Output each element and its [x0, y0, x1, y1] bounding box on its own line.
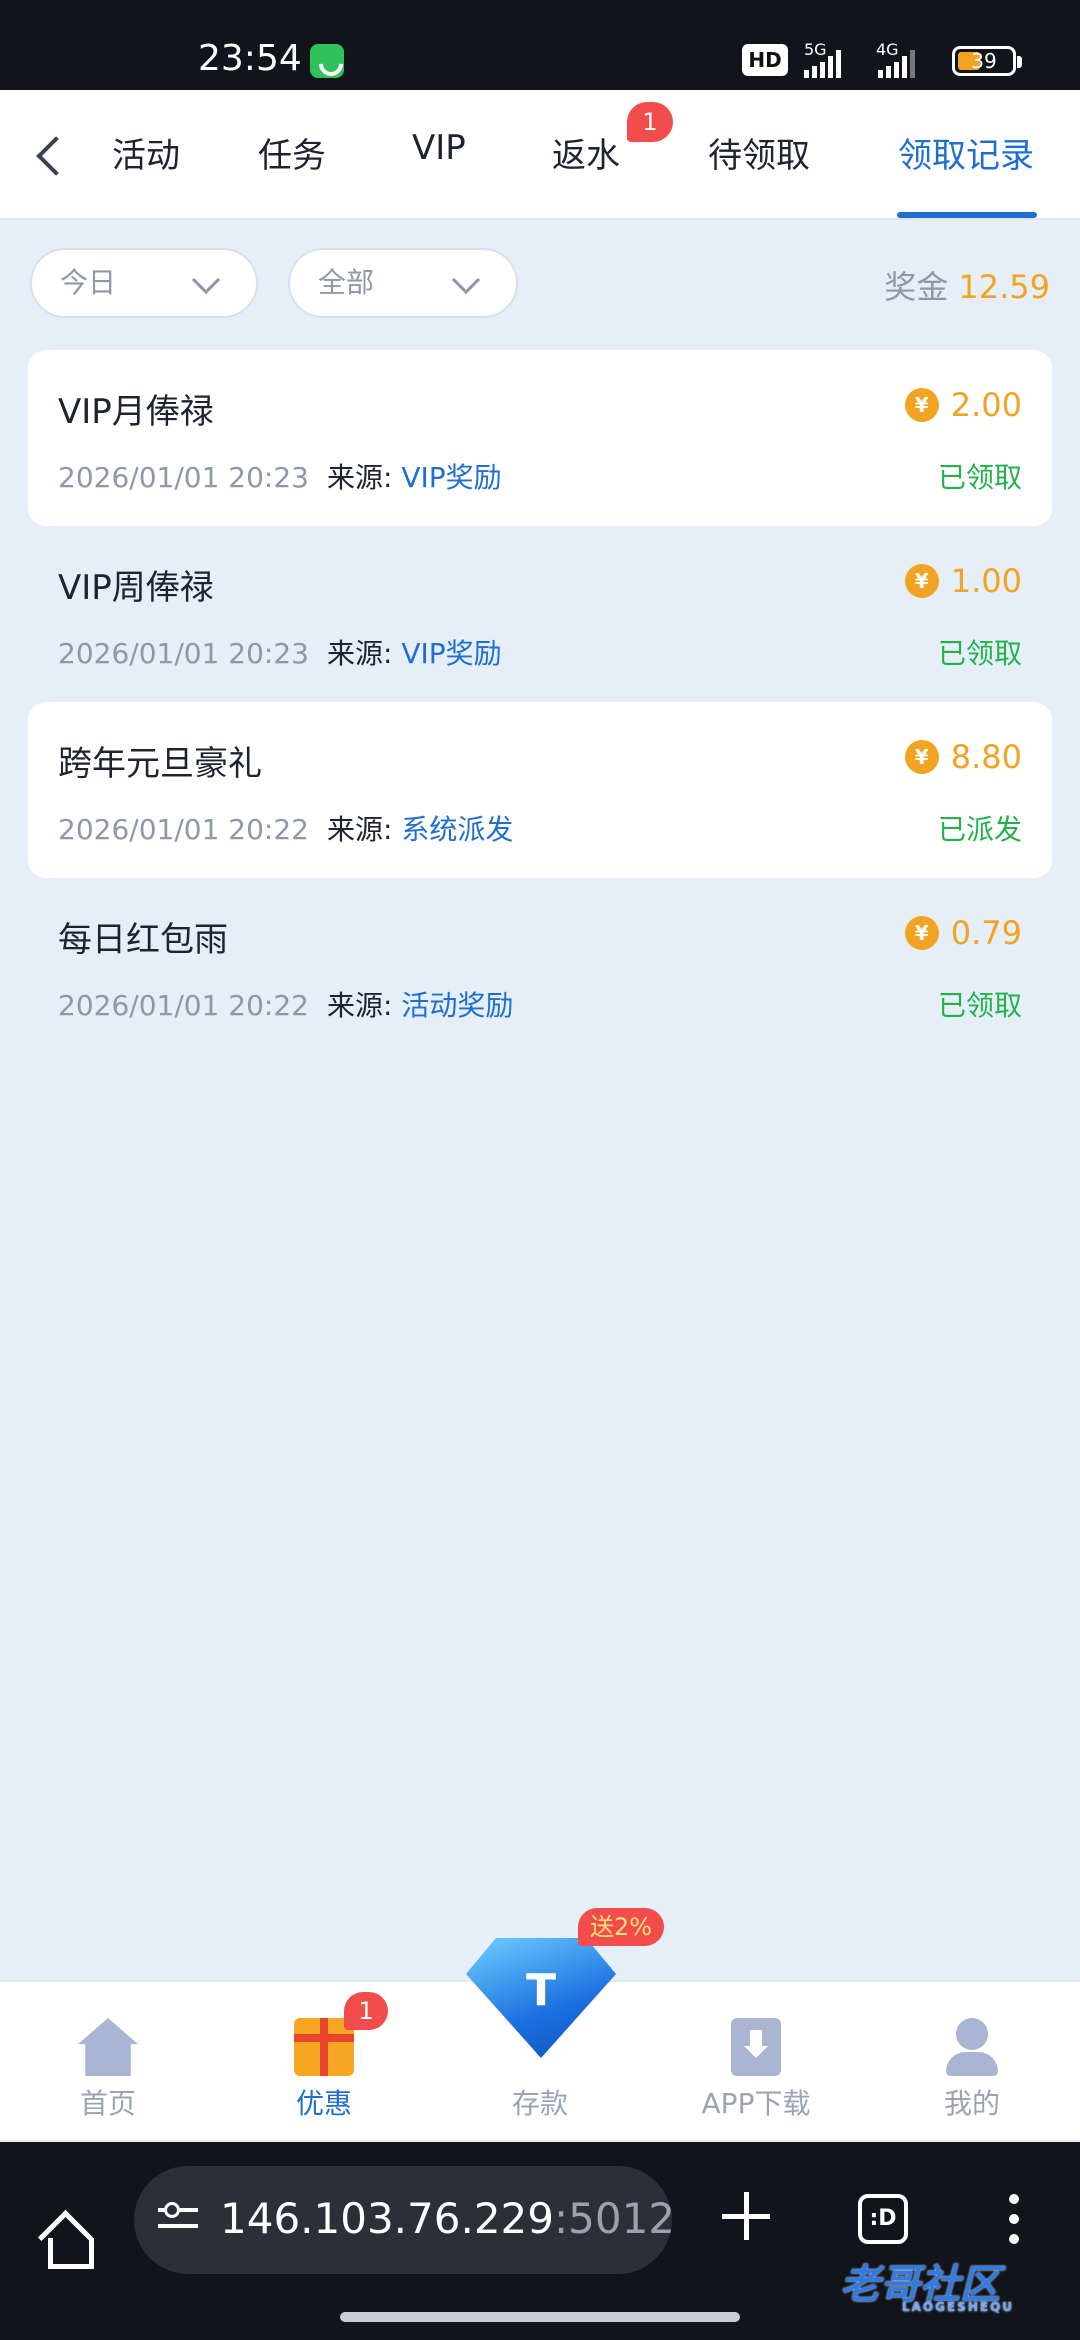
- nav-home-label: 首页: [79, 2087, 136, 2120]
- hd-icon: HD: [742, 44, 788, 76]
- nav-app-download[interactable]: APP下载: [648, 1982, 864, 2142]
- record-time: 2026/01/01 20:22: [58, 813, 309, 846]
- record-title: VIP周俸禄: [58, 568, 214, 608]
- url-text: 146.103.76.229:5012/h: [220, 2194, 672, 2243]
- tab-claim-records[interactable]: 领取记录: [898, 128, 1034, 177]
- back-arrow-icon[interactable]: [30, 134, 70, 174]
- record-title: 跨年元旦豪礼: [58, 744, 262, 784]
- house-icon: [78, 2018, 138, 2076]
- new-tab-plus-icon[interactable]: [720, 2190, 772, 2242]
- address-bar[interactable]: 146.103.76.229:5012/h: [134, 2166, 672, 2274]
- type-filter-dropdown[interactable]: 全部: [288, 248, 518, 318]
- download-icon: [731, 2018, 781, 2076]
- record-status: 已领取: [937, 989, 1022, 1022]
- site-settings-icon[interactable]: [158, 2200, 202, 2240]
- date-filter-value: 今日: [60, 266, 117, 299]
- record-status: 已领取: [937, 637, 1022, 670]
- home-indicator: [340, 2312, 740, 2322]
- deposit-bonus-tag: 送2%: [578, 1908, 665, 1946]
- phone-call-icon: [310, 44, 344, 78]
- status-time: 23:54: [198, 38, 302, 79]
- record-item: 每日红包雨 ¥0.79 2026/01/01 20:22 来源: 活动奖励 已领取: [28, 878, 1052, 1054]
- record-meta: 2026/01/01 20:23 来源: VIP奖励: [58, 637, 502, 670]
- record-source: 活动奖励: [401, 989, 514, 1022]
- date-filter-dropdown[interactable]: 今日: [30, 248, 258, 318]
- tab-pending[interactable]: 待领取: [708, 128, 810, 177]
- user-icon: [942, 2018, 1002, 2076]
- coin-icon: ¥: [904, 388, 939, 422]
- coin-icon: ¥: [904, 916, 939, 950]
- record-time: 2026/01/01 20:22: [58, 989, 309, 1022]
- record-item: VIP月俸禄 ¥2.00 2026/01/01 20:23 来源: VIP奖励 已…: [28, 350, 1052, 526]
- rebate-badge: 1: [627, 102, 673, 142]
- battery-level: 39: [971, 49, 997, 73]
- promo-badge: 1: [344, 1992, 388, 2030]
- record-title: VIP月俸禄: [58, 392, 214, 432]
- tab-switcher-button[interactable]: :D: [858, 2194, 908, 2244]
- chevron-down-icon: [451, 265, 481, 295]
- nav-promotions[interactable]: 1 优惠: [216, 1982, 432, 2142]
- coin-icon: ¥: [904, 740, 939, 774]
- nav-home[interactable]: 首页: [0, 1982, 216, 2142]
- more-menu-icon[interactable]: [1002, 2194, 1026, 2248]
- active-tab-indicator: [897, 212, 1037, 218]
- bonus-label: 奖金: [884, 268, 949, 306]
- record-meta: 2026/01/01 20:23 来源: VIP奖励: [58, 461, 502, 494]
- nav-deposit-label: 存款: [511, 2087, 568, 2120]
- record-source: VIP奖励: [401, 461, 502, 494]
- record-source: VIP奖励: [401, 637, 502, 670]
- diamond-tether-icon: T: [466, 1938, 616, 2058]
- record-amount: ¥1.00: [904, 562, 1022, 600]
- tab-bar: 活动 任务 VIP 返水 1 待领取 领取记录: [0, 90, 1080, 220]
- record-meta: 2026/01/01 20:22 来源: 活动奖励: [58, 989, 514, 1022]
- deposit-diamond-button[interactable]: T: [466, 1938, 616, 2058]
- bonus-total: 奖金 12.59: [884, 262, 1050, 308]
- signal-4g-icon: [878, 48, 915, 78]
- signal-5g-icon: [804, 48, 841, 78]
- type-filter-value: 全部: [318, 266, 375, 299]
- chevron-down-icon: [191, 265, 221, 295]
- tab-activity[interactable]: 活动: [112, 128, 180, 177]
- tab-tasks[interactable]: 任务: [258, 128, 326, 177]
- coin-icon: ¥: [904, 564, 939, 598]
- record-amount: ¥0.79: [904, 914, 1022, 952]
- nav-promotions-label: 优惠: [295, 2087, 352, 2120]
- nav-profile[interactable]: 我的: [864, 1982, 1080, 2142]
- nav-app-download-label: APP下载: [701, 2087, 811, 2120]
- record-source: 系统派发: [401, 813, 514, 846]
- record-item: VIP周俸禄 ¥1.00 2026/01/01 20:23 来源: VIP奖励 已…: [28, 526, 1052, 702]
- record-time: 2026/01/01 20:23: [58, 461, 309, 494]
- record-status: 已领取: [937, 461, 1022, 494]
- bonus-value: 12.59: [958, 268, 1050, 306]
- watermark-logo: 老哥社区 LAOGESHEQU: [840, 2262, 1015, 2314]
- home-icon[interactable]: [38, 2214, 94, 2269]
- record-amount: ¥2.00: [904, 386, 1022, 424]
- tab-vip[interactable]: VIP: [412, 128, 466, 168]
- record-amount: ¥8.80: [904, 738, 1022, 776]
- record-time: 2026/01/01 20:23: [58, 637, 309, 670]
- battery-icon: 39: [952, 46, 1022, 76]
- tab-rebate[interactable]: 返水: [552, 128, 620, 177]
- nav-profile-label: 我的: [943, 2087, 1000, 2120]
- status-bar: 23:54 HD 5G 4G 39: [0, 0, 1080, 90]
- record-title: 每日红包雨: [58, 920, 228, 960]
- record-item: 跨年元旦豪礼 ¥8.80 2026/01/01 20:22 来源: 系统派发 已派…: [28, 702, 1052, 878]
- record-status: 已派发: [937, 813, 1022, 846]
- record-meta: 2026/01/01 20:22 来源: 系统派发: [58, 813, 514, 846]
